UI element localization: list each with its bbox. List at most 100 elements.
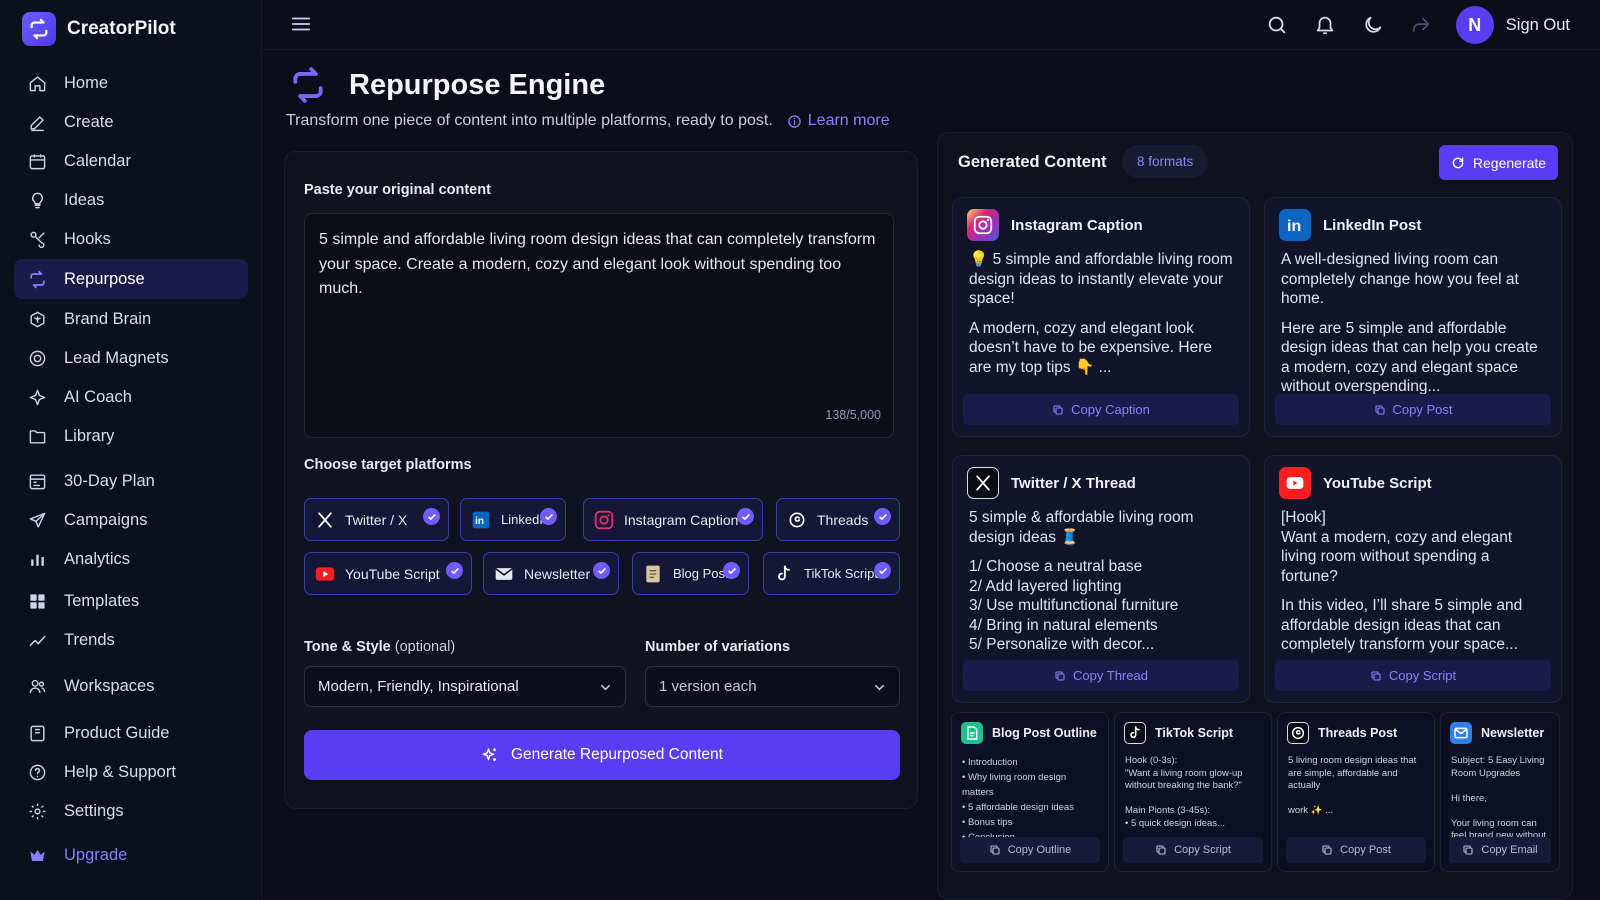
mail-icon (494, 564, 514, 584)
generate-button[interactable]: Generate Repurposed Content (304, 730, 900, 780)
sidebar-item-upgrade[interactable]: Upgrade (14, 835, 248, 875)
repurpose-icon (28, 270, 47, 289)
copy-script-button[interactable]: Copy Script (1275, 660, 1551, 691)
copy-label: Copy Post (1340, 844, 1391, 856)
linkedin-post-card: in LinkedIn Post A well-designed living … (1264, 197, 1562, 437)
sidebar-item-workspaces[interactable]: Workspaces (14, 666, 248, 706)
copy-email-button[interactable]: Copy Email (1449, 837, 1551, 863)
search-icon[interactable] (1266, 14, 1288, 36)
avatar[interactable]: N (1455, 6, 1494, 44)
platform-chip-newsletter[interactable]: Newsletter (483, 552, 619, 595)
gear-icon (28, 802, 47, 821)
platform-chip-threads[interactable]: Threads (776, 498, 900, 541)
copy-script-button[interactable]: Copy Script (1123, 837, 1263, 863)
sign-out-button[interactable]: Sign Out (1506, 16, 1570, 35)
platform-chip-instagram[interactable]: Instagram Caption (583, 498, 763, 541)
regenerate-button[interactable]: Regenerate (1439, 145, 1558, 180)
sidebar-item-templates[interactable]: Templates (14, 581, 248, 621)
mail-icon (1450, 722, 1472, 744)
card-header: Blog Post Outline (961, 722, 1097, 744)
card-paragraph: Here are 5 simple and affordable design … (1281, 319, 1538, 396)
sidebar-item-ideas[interactable]: Ideas (14, 180, 248, 220)
sidebar-item-campaigns[interactable]: Campaigns (14, 500, 248, 540)
platform-chip-blog-post[interactable]: Blog Post (632, 552, 749, 595)
character-counter: 138/5,000 (825, 407, 881, 422)
learn-more-link[interactable]: Learn more (787, 112, 890, 130)
generated-panel: Generated Content 8 formats Regenerate I… (937, 132, 1573, 900)
send-icon (28, 511, 47, 530)
card-body: 💡 5 simple and affordable living room de… (969, 250, 1235, 387)
moon-icon[interactable] (1362, 14, 1384, 36)
sidebar-item-brand-brain[interactable]: Brand Brain (14, 299, 248, 339)
formats-badge: 8 formats (1122, 145, 1209, 178)
copy-post-button[interactable]: Copy Post (1286, 837, 1426, 863)
card-paragraph: 💡 5 simple and affordable living room de… (969, 251, 1233, 307)
card-header: Threads Post (1287, 722, 1397, 744)
tone-select[interactable]: Modern, Friendly, Inspirational (304, 666, 626, 707)
generate-button-label: Generate Repurposed Content (511, 746, 723, 763)
sidebar-item-lead-magnets[interactable]: Lead Magnets (14, 338, 248, 378)
platform-chip-youtube[interactable]: YouTube Script (304, 552, 472, 595)
threads-icon (1287, 722, 1309, 744)
twitter-thread-card: Twitter / X Thread 5 simple & affordable… (952, 455, 1250, 703)
sidebar-item-ai-coach[interactable]: AI Coach (14, 377, 248, 417)
sidebar-item-help-support[interactable]: Help & Support (14, 752, 248, 792)
help-icon (28, 763, 47, 782)
threads-icon (787, 510, 807, 530)
sidebar-item-30-day-plan[interactable]: 30-Day Plan (14, 461, 248, 501)
calendar-icon (28, 152, 47, 171)
instagram-caption-card: Instagram Caption 💡 5 simple and afforda… (952, 197, 1250, 437)
card-paragraph: 1/ Choose a neutral base 2/ Add layered … (969, 558, 1179, 653)
templates-icon (28, 592, 47, 611)
sidebar-item-label: Create (64, 112, 114, 131)
share-icon[interactable] (1410, 14, 1432, 36)
youtube-icon (1279, 467, 1311, 499)
svg-text:in: in (1287, 218, 1301, 235)
copy-thread-button[interactable]: Copy Thread (963, 660, 1239, 691)
page-header: Repurpose Engine (289, 66, 605, 104)
generated-title: Generated Content (958, 153, 1107, 171)
sidebar-item-hooks[interactable]: Hooks (14, 219, 248, 259)
sidebar-item-settings[interactable]: Settings (14, 791, 248, 831)
sidebar-item-analytics[interactable]: Analytics (14, 539, 248, 579)
menu-icon[interactable] (290, 13, 312, 35)
bell-icon[interactable] (1314, 14, 1336, 36)
card-body: Hook (0-3s): "Want a living room glow-up… (1125, 755, 1243, 829)
brand[interactable]: CreatorPilot (22, 12, 176, 46)
regenerate-label: Regenerate (1472, 154, 1547, 171)
check-icon (874, 508, 891, 525)
sidebar-item-product-guide[interactable]: Product Guide (14, 713, 248, 753)
copy-icon (1462, 844, 1474, 856)
info-icon (787, 114, 802, 129)
copy-outline-button[interactable]: Copy Outline (960, 837, 1100, 863)
copy-post-button[interactable]: Copy Post (1275, 394, 1551, 425)
refresh-icon (1451, 156, 1465, 170)
platform-chip-tiktok[interactable]: TikTok Script (763, 552, 900, 595)
chip-label: Blog Post (673, 566, 729, 581)
sidebar-item-label: 30-Day Plan (64, 471, 155, 490)
magnet-icon (28, 349, 47, 368)
youtube-icon (315, 564, 335, 584)
sidebar-item-label: Analytics (64, 549, 131, 568)
card-header: YouTube Script (1279, 467, 1432, 499)
sidebar-item-trends[interactable]: Trends (14, 620, 248, 660)
sidebar-item-repurpose[interactable]: Repurpose (14, 259, 248, 299)
brain-icon (28, 310, 47, 329)
original-content-textarea[interactable]: 5 simple and affordable living room desi… (304, 213, 894, 438)
variations-select[interactable]: 1 version each (645, 666, 900, 707)
card-title: TikTok Script (1155, 726, 1234, 740)
subtitle-text: Transform one piece of content into mult… (286, 112, 773, 129)
sidebar-item-label: Campaigns (64, 510, 148, 529)
linkedin-icon: in (471, 510, 491, 530)
sidebar-item-create[interactable]: Create (14, 102, 248, 142)
copy-caption-button[interactable]: Copy Caption (963, 394, 1239, 425)
platform-chip-linkedin[interactable]: in LinkedIn (460, 498, 566, 541)
tone-label-text: Tone & Style (304, 639, 391, 655)
sidebar-item-home[interactable]: Home (14, 63, 248, 103)
sidebar-item-library[interactable]: Library (14, 416, 248, 456)
chip-label: Threads (817, 511, 869, 528)
platform-chip-twitter[interactable]: Twitter / X (304, 498, 449, 541)
copy-label: Copy Post (1392, 402, 1453, 417)
sidebar-item-calendar[interactable]: Calendar (14, 141, 248, 181)
youtube-script-card: YouTube Script [Hook] Want a modern, coz… (1264, 455, 1562, 703)
